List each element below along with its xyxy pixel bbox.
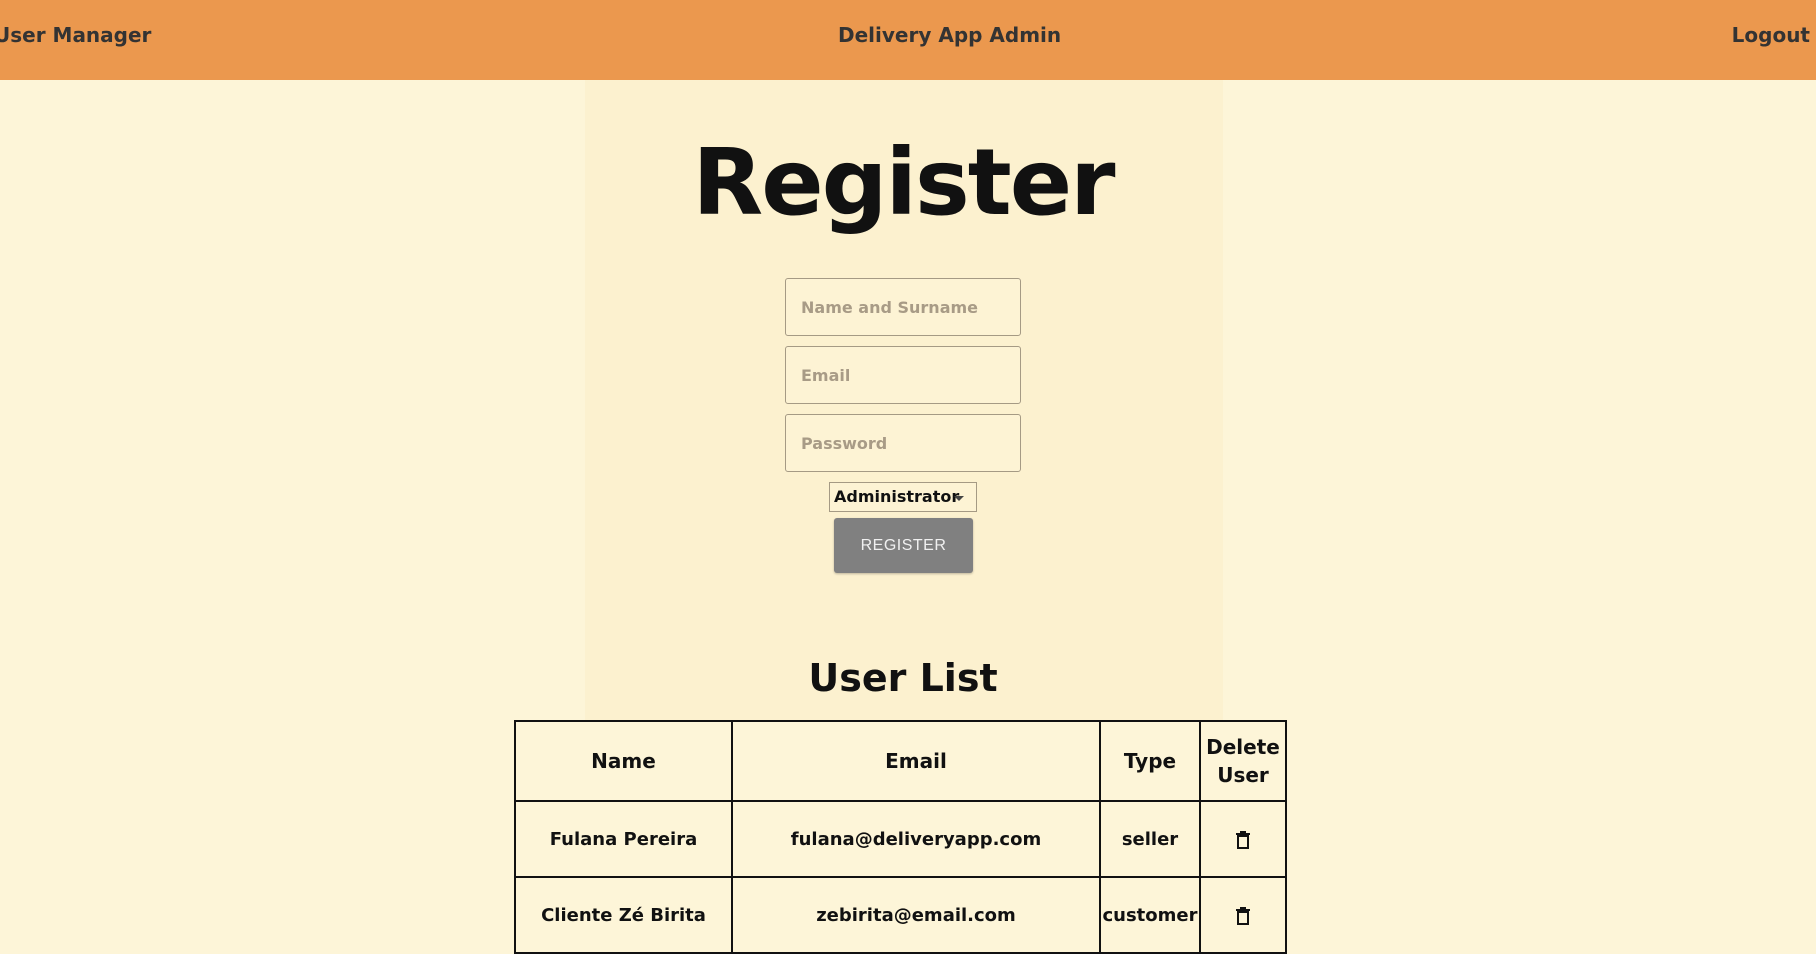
user-email-cell: zebirita@email.com [731, 876, 1101, 954]
table-row: Cliente Zé Birita zebirita@email.com cus… [514, 876, 1287, 954]
name-input[interactable] [785, 278, 1021, 336]
user-manager-link[interactable]: User Manager [0, 22, 151, 48]
table-header-row: Name Email Type Delete User [514, 720, 1287, 802]
delete-user-cell [1199, 800, 1287, 878]
trash-icon[interactable] [1235, 906, 1251, 925]
column-header-type: Type [1099, 720, 1201, 802]
delete-user-cell [1199, 876, 1287, 954]
user-list-title: User List [808, 656, 998, 700]
user-type-cell: customer [1099, 876, 1201, 954]
column-header-email: Email [731, 720, 1101, 802]
user-email-cell: fulana@deliveryapp.com [731, 800, 1101, 878]
user-type-cell: seller [1099, 800, 1201, 878]
column-header-name: Name [514, 720, 733, 802]
role-select[interactable]: Administrator [829, 482, 977, 512]
email-input[interactable] [785, 346, 1021, 404]
role-select-value: Administrator [834, 487, 960, 506]
register-title: Register [692, 129, 1115, 236]
logout-button[interactable]: Logout [1732, 22, 1810, 48]
password-input[interactable] [785, 414, 1021, 472]
table-row: Fulana Pereira fulana@deliveryapp.com se… [514, 800, 1287, 878]
user-table: Name Email Type Delete User Fulana Perei… [514, 720, 1287, 954]
user-name-cell: Cliente Zé Birita [514, 876, 733, 954]
dropdown-caret-icon [954, 496, 964, 501]
column-header-delete: Delete User [1199, 720, 1287, 802]
top-navbar: User Manager Delivery App Admin Logout [0, 0, 1816, 80]
trash-icon[interactable] [1235, 830, 1251, 849]
app-title: Delivery App Admin [838, 23, 1062, 47]
user-name-cell: Fulana Pereira [514, 800, 733, 878]
register-button[interactable]: REGISTER [834, 518, 973, 573]
